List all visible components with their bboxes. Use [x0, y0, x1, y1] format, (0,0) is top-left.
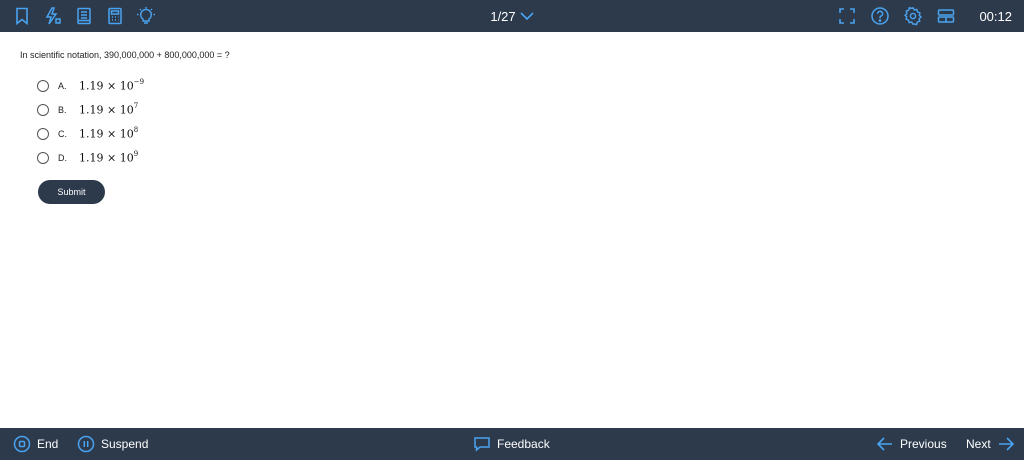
next-label: Next — [966, 437, 991, 451]
option-value: 1.19 × 10−9 — [79, 78, 145, 93]
option-exponent: −9 — [133, 78, 145, 87]
previous-label: Previous — [900, 437, 947, 451]
top-toolbar: 1/27 00:12 — [0, 0, 1024, 32]
radio-button[interactable] — [37, 152, 49, 164]
option-letter: A. — [58, 81, 67, 91]
fullscreen-icon[interactable] — [835, 4, 859, 28]
stop-icon — [13, 435, 31, 453]
suspend-button[interactable]: Suspend — [77, 428, 148, 460]
option-value: 1.19 × 109 — [79, 150, 139, 165]
calculator-icon[interactable] — [103, 4, 127, 28]
radio-button[interactable] — [37, 104, 49, 116]
end-label: End — [37, 437, 59, 451]
question-counter-label: 1/27 — [490, 8, 516, 24]
option-letter: D. — [58, 153, 67, 163]
layout-icon[interactable] — [934, 4, 958, 28]
option-value: 1.19 × 108 — [79, 126, 139, 141]
pause-icon — [77, 435, 95, 453]
option-letter: B. — [58, 105, 67, 115]
option-exponent: 7 — [133, 102, 139, 111]
option-letter: C. — [58, 129, 67, 139]
timer: 00:12 — [979, 8, 1012, 24]
option-d[interactable]: D. 1.19 × 109 — [37, 146, 144, 170]
option-mantissa: 1.19 × 10 — [79, 103, 134, 117]
option-b[interactable]: B. 1.19 × 107 — [37, 98, 144, 122]
option-a[interactable]: A. 1.19 × 10−9 — [37, 74, 144, 98]
radio-button[interactable] — [37, 128, 49, 140]
option-mantissa: 1.19 × 10 — [79, 79, 134, 93]
radio-button[interactable] — [37, 80, 49, 92]
arrow-right-icon — [998, 437, 1014, 451]
help-icon[interactable] — [868, 4, 892, 28]
chevron-down-icon — [520, 12, 534, 21]
flash-icon[interactable] — [41, 4, 65, 28]
feedback-label: Feedback — [497, 437, 550, 451]
end-button[interactable]: End — [13, 428, 58, 460]
toolbar-right-group: 00:12 — [835, 0, 1012, 32]
feedback-button[interactable]: Feedback — [473, 428, 550, 460]
lightbulb-icon[interactable] — [134, 4, 158, 28]
option-value: 1.19 × 107 — [79, 102, 139, 117]
next-button[interactable]: Next — [966, 428, 1015, 460]
option-exponent: 8 — [133, 126, 139, 135]
bottom-toolbar: End Suspend Feedback Previous Next — [0, 428, 1024, 460]
question-counter-dropdown[interactable]: 1/27 — [490, 8, 534, 24]
bookmark-icon[interactable] — [10, 4, 34, 28]
arrow-left-icon — [876, 437, 892, 451]
answer-options: A. 1.19 × 10−9 B. 1.19 × 107 C. 1.19 × 1… — [37, 74, 144, 170]
option-mantissa: 1.19 × 10 — [79, 151, 134, 165]
notebook-icon[interactable] — [72, 4, 96, 28]
option-c[interactable]: C. 1.19 × 108 — [37, 122, 144, 146]
toolbar-left-group — [10, 0, 158, 32]
suspend-label: Suspend — [101, 437, 149, 451]
option-mantissa: 1.19 × 10 — [79, 127, 134, 141]
chat-bubble-icon — [474, 437, 490, 452]
submit-button[interactable]: Submit — [38, 180, 105, 204]
option-exponent: 9 — [133, 150, 139, 159]
previous-button[interactable]: Previous — [876, 428, 947, 460]
question-text: In scientific notation, 390,000,000 + 80… — [20, 50, 230, 60]
gear-icon[interactable] — [901, 4, 925, 28]
